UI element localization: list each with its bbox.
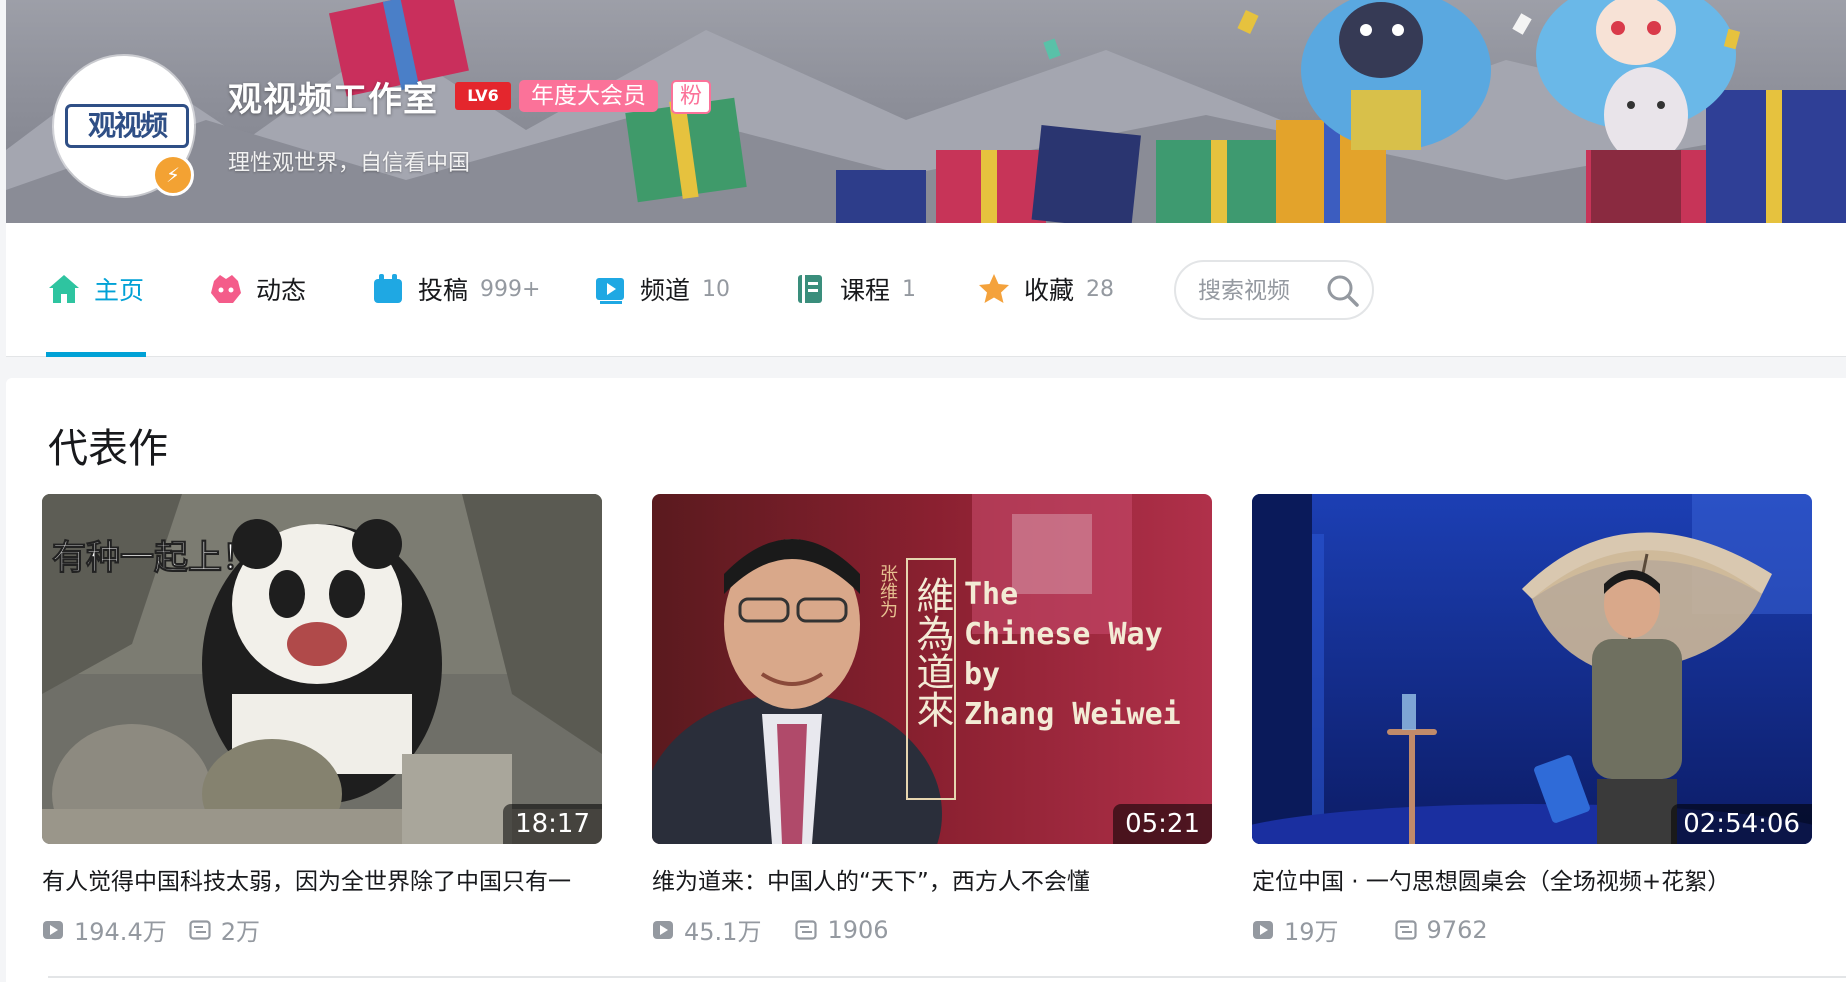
home-icon <box>49 275 79 303</box>
tab-dynamic[interactable]: 动态 <box>208 269 306 309</box>
masterpiece-section: 代表作 有种一起上！ 18:17 有人觉得中国科技太弱，因为全世界除了中国只有一… <box>6 378 1846 982</box>
profile-nav: 主页 动态 投稿 999+ 频道 10 课程 1 收藏 28 <box>6 223 1846 357</box>
panda-thumbnail-image: 有种一起上！ <box>42 494 602 844</box>
dynamic-icon <box>211 275 241 303</box>
view-count: 45.1万 <box>652 912 761 947</box>
video-stats: 19万 9762 <box>1252 912 1812 947</box>
video-title[interactable]: 定位中国 · 一勺思想圆桌会（全场视频+花絮） <box>1252 862 1812 896</box>
tab-favorites[interactable]: 收藏 28 <box>976 269 1114 309</box>
tab-channel[interactable]: 频道 10 <box>592 269 730 309</box>
tab-uploads[interactable]: 投稿 999+ <box>370 269 540 309</box>
tab-label: 频道 <box>640 276 691 305</box>
favorite-icon <box>979 274 1009 303</box>
danmaku-count: 9762 <box>1394 915 1488 944</box>
zhang-weiwei-thumbnail-image: 张维为 維為道來 The Chinese Way by Zhang Weiwei <box>652 494 1212 844</box>
tab-label: 课程 <box>840 276 891 305</box>
danmaku-count-value: 9762 <box>1426 915 1488 944</box>
danmaku-count: 1906 <box>795 915 889 944</box>
tab-count: 1 <box>902 276 917 302</box>
view-count-value: 194.4万 <box>74 918 167 946</box>
video-search <box>1174 260 1374 320</box>
avatar[interactable]: 观视频 ⚡ <box>54 56 194 196</box>
thumbnail-en-line3: by <box>964 657 1000 692</box>
tab-label: 收藏 <box>1024 276 1075 305</box>
tab-course[interactable]: 课程 1 <box>792 269 916 309</box>
thumbnail-en-line2: Chinese Way <box>964 617 1163 652</box>
video-stats: 45.1万 1906 <box>652 912 1212 947</box>
user-signature: 理性观世界，自信看中国 <box>228 151 471 176</box>
active-tab-indicator <box>46 352 146 357</box>
video-duration: 02:54:06 <box>1671 804 1812 844</box>
video-stats: 194.4万 2万 <box>42 912 602 947</box>
danmaku-icon <box>1394 919 1417 940</box>
search-input[interactable] <box>1196 272 1320 310</box>
tab-count: 10 <box>702 276 731 302</box>
thumbnail-en-line4: Zhang Weiwei <box>964 697 1181 732</box>
view-count-value: 45.1万 <box>684 918 762 946</box>
view-count: 194.4万 <box>42 912 167 947</box>
thumbnail-overlay-text: 有种一起上！ <box>52 539 256 577</box>
level-badge: LV6 <box>455 82 511 110</box>
danmaku-count-value: 1906 <box>827 915 889 944</box>
view-count-value: 19万 <box>1284 918 1339 946</box>
section-divider <box>48 976 1846 978</box>
upload-icon <box>374 274 402 303</box>
video-thumbnail[interactable]: 有种一起上！ 18:17 <box>42 494 602 844</box>
thumbnail-en-line1: The <box>964 577 1018 612</box>
video-title[interactable]: 维为道来：中国人的“天下”，西方人不会懂 <box>652 862 1212 896</box>
tab-home[interactable]: 主页 <box>46 269 144 309</box>
vip-badge[interactable]: 年度大会员 <box>519 80 658 112</box>
video-thumbnail[interactable]: 02:54:06 <box>1252 494 1812 844</box>
play-count-icon <box>653 920 673 939</box>
video-duration: 05:21 <box>1113 804 1212 844</box>
verified-lightning-icon: ⚡ <box>152 154 194 196</box>
tab-count: 999+ <box>480 276 541 302</box>
thumbnail-cn-title: 維為道來 <box>910 576 953 728</box>
video-card[interactable]: 张维为 維為道來 The Chinese Way by Zhang Weiwei… <box>652 494 1212 947</box>
play-count-icon <box>43 920 63 939</box>
video-title[interactable]: 有人觉得中国科技太弱，因为全世界除了中国只有一 <box>42 862 602 896</box>
video-card[interactable]: 有种一起上！ 18:17 有人觉得中国科技太弱，因为全世界除了中国只有一 194… <box>42 494 602 947</box>
user-name: 观视频工作室 <box>228 80 438 120</box>
danmaku-icon <box>189 919 211 940</box>
fan-badge[interactable]: 粉 <box>671 80 711 114</box>
play-count-icon <box>1253 920 1273 939</box>
thumbnail-cn-subtitle: 张维为 <box>878 564 898 618</box>
tab-label: 主页 <box>94 276 145 305</box>
video-card[interactable]: 02:54:06 定位中国 · 一勺思想圆桌会（全场视频+花絮） 19万 976… <box>1252 494 1812 947</box>
danmaku-count-value: 2万 <box>220 918 260 946</box>
danmaku-count: 2万 <box>189 912 260 947</box>
roundtable-thumbnail-image <box>1252 494 1812 844</box>
section-title: 代表作 <box>48 426 168 472</box>
tab-label: 投稿 <box>418 276 469 305</box>
tab-count: 28 <box>1086 276 1115 302</box>
danmaku-icon <box>795 919 818 940</box>
video-duration: 18:17 <box>503 804 602 844</box>
tab-label: 动态 <box>256 276 307 305</box>
video-thumbnail[interactable]: 张维为 維為道來 The Chinese Way by Zhang Weiwei… <box>652 494 1212 844</box>
profile-banner: 观视频 ⚡ 观视频工作室 LV6 年度大会员 粉 理性观世界，自信看中国 <box>6 0 1846 223</box>
channel-icon <box>596 278 624 304</box>
course-icon <box>798 275 822 303</box>
view-count: 19万 <box>1252 912 1339 947</box>
avatar-logo: 观视频 <box>65 104 189 148</box>
search-icon[interactable] <box>1326 274 1360 308</box>
